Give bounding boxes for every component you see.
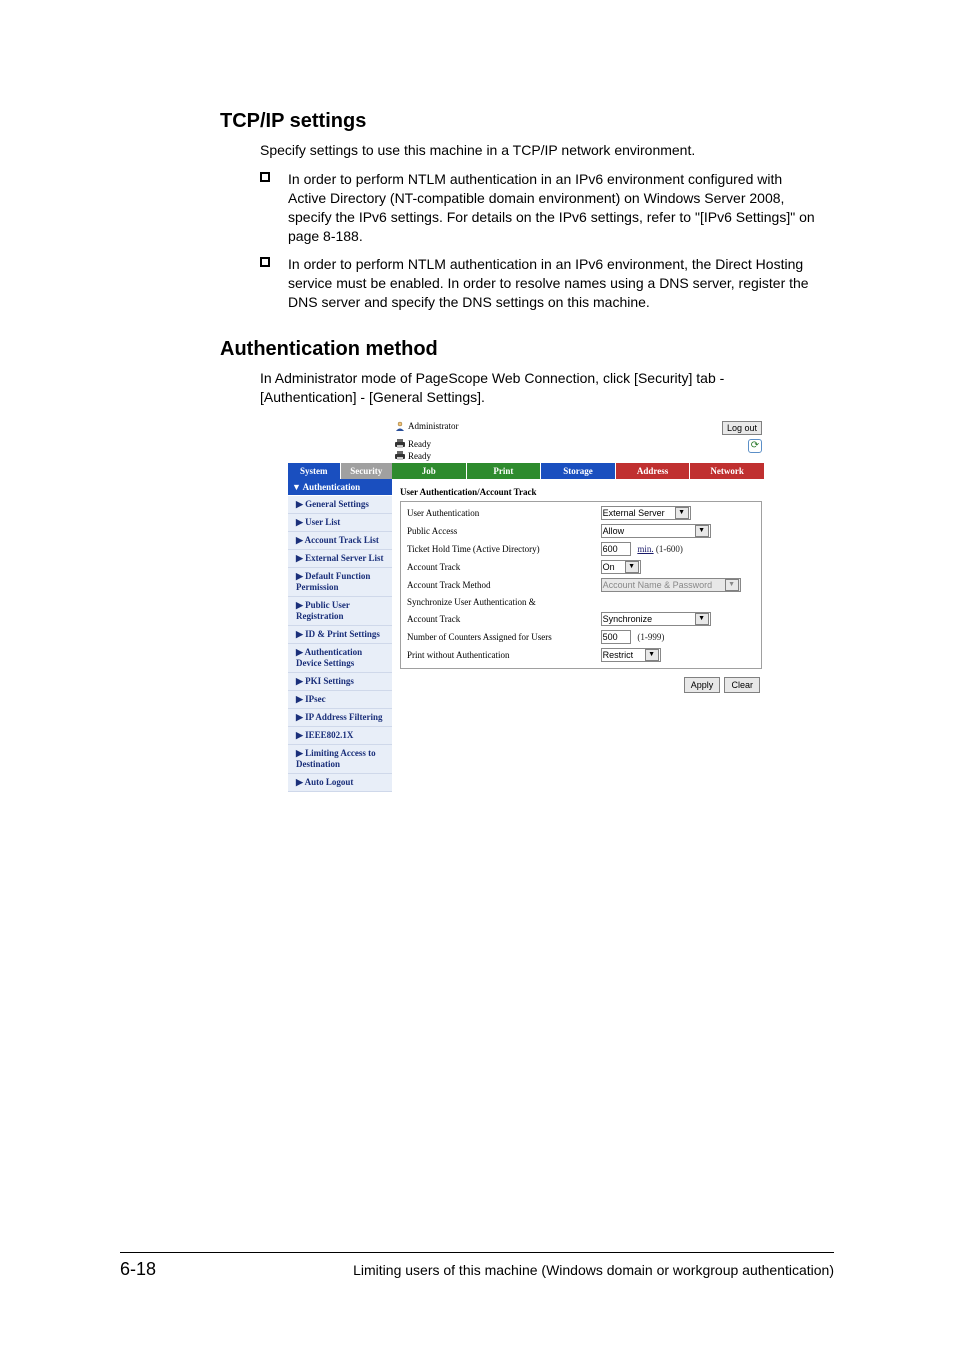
select-value: Restrict	[603, 649, 634, 661]
apply-button[interactable]: Apply	[684, 677, 721, 693]
hint-counters-range: (1-999)	[633, 632, 665, 642]
para-tcpip-intro: Specify settings to use this machine in …	[260, 141, 820, 160]
printer-icon	[394, 439, 406, 449]
sidebar-item-user-list[interactable]: ▶ User List	[288, 514, 392, 532]
clear-button[interactable]: Clear	[724, 677, 760, 693]
sidebar-item-public-user-registration[interactable]: ▶ Public User Registration	[288, 597, 392, 626]
label-print-without-auth: Print without Authentication	[405, 646, 599, 664]
sidebar-header-authentication[interactable]: ▼ Authentication	[288, 479, 392, 496]
sidebar-item-general-settings[interactable]: ▶ General Settings	[288, 496, 392, 514]
sidebar-item-ieee8021x[interactable]: ▶ IEEE802.1X	[288, 727, 392, 745]
sidebar-item-account-track-list[interactable]: ▶ Account Track List	[288, 532, 392, 550]
printer-icon	[394, 451, 406, 461]
select-account-track[interactable]: On ▼	[601, 560, 641, 574]
square-bullet-icon	[260, 172, 270, 182]
panel-title: User Authentication/Account Track	[400, 487, 762, 497]
chevron-down-icon: ▼	[695, 525, 709, 537]
select-value: On	[603, 561, 615, 573]
tab-job[interactable]: Job	[392, 463, 467, 479]
label-user-authentication: User Authentication	[405, 504, 599, 522]
select-print-without-auth[interactable]: Restrict ▼	[601, 648, 661, 662]
tab-address[interactable]: Address	[616, 463, 691, 479]
sidebar-item-id-print-settings[interactable]: ▶ ID & Print Settings	[288, 626, 392, 644]
heading-authmethod: Authentication method	[220, 338, 834, 361]
label-counters-assigned: Number of Counters Assigned for Users	[405, 628, 599, 646]
select-synchronize[interactable]: Synchronize ▼	[601, 612, 711, 626]
chevron-down-icon: ▼	[675, 507, 689, 519]
select-value: External Server	[603, 507, 665, 519]
label-account-track: Account Track	[405, 558, 599, 576]
list-item: In order to perform NTLM authentication …	[260, 170, 820, 246]
sidebar-item-default-function-permission[interactable]: ▶ Default Function Permission	[288, 568, 392, 597]
footer-rule	[120, 1252, 834, 1253]
para-authmethod-intro: In Administrator mode of PageScope Web C…	[260, 369, 820, 407]
sidebar-item-authentication-device-settings[interactable]: ▶ Authentication Device Settings	[288, 644, 392, 673]
select-value: Synchronize	[603, 613, 653, 625]
label-account-track-method: Account Track Method	[405, 576, 599, 594]
select-value: Account Name & Password	[603, 579, 713, 591]
logout-button[interactable]: Log out	[722, 421, 762, 435]
sidebar-item-external-server-list[interactable]: ▶ External Server List	[288, 550, 392, 568]
list-tcpip: In order to perform NTLM authentication …	[260, 170, 820, 312]
administrator-icon	[394, 421, 406, 431]
label-sync-line2: Account Track	[405, 610, 599, 628]
select-public-access[interactable]: Allow ▼	[601, 524, 711, 538]
input-counters-assigned[interactable]: 500	[601, 630, 631, 644]
chevron-down-icon: ▼	[725, 579, 739, 591]
sidebar-item-pki-settings[interactable]: ▶ PKI Settings	[288, 673, 392, 691]
footer-title: Limiting users of this machine (Windows …	[353, 1262, 834, 1278]
hint-ticket-range: (1-600)	[654, 544, 683, 554]
select-user-authentication[interactable]: External Server ▼	[601, 506, 691, 520]
sidebar-item-limiting-access-to-destination[interactable]: ▶ Limiting Access to Destination	[288, 745, 392, 774]
admin-indicator: Administrator	[394, 421, 459, 431]
chevron-down-icon: ▼	[695, 613, 709, 625]
embedded-screenshot: Administrator Log out Ready Ready ⟳	[288, 419, 764, 792]
select-value: Allow	[603, 525, 625, 537]
status-ready-2: Ready	[408, 451, 431, 462]
page-footer: 6-18 Limiting users of this machine (Win…	[120, 1252, 834, 1280]
label-ticket-hold-time: Ticket Hold Time (Active Directory)	[405, 540, 599, 558]
heading-tcpip: TCP/IP settings	[220, 110, 834, 133]
bullet-text: In order to perform NTLM authentication …	[288, 256, 809, 310]
tab-network[interactable]: Network	[690, 463, 764, 479]
status-ready-1: Ready	[408, 439, 431, 450]
bullet-text: In order to perform NTLM authentication …	[288, 171, 815, 244]
square-bullet-icon	[260, 257, 270, 267]
list-item: In order to perform NTLM authentication …	[260, 255, 820, 312]
hint-ticket-unit: min.	[637, 544, 653, 554]
chevron-down-icon: ▼	[645, 649, 659, 661]
input-ticket-hold-time[interactable]: 600	[601, 542, 631, 556]
tab-security[interactable]: Security	[341, 463, 393, 479]
page-number: 6-18	[120, 1259, 156, 1280]
sidebar-item-auto-logout[interactable]: ▶ Auto Logout	[288, 774, 392, 792]
tab-storage[interactable]: Storage	[541, 463, 616, 479]
tab-system[interactable]: System	[288, 463, 341, 479]
admin-label: Administrator	[408, 421, 459, 431]
select-account-track-method: Account Name & Password ▼	[601, 578, 741, 592]
label-sync-line1: Synchronize User Authentication &	[405, 594, 599, 610]
sidebar-item-ip-address-filtering[interactable]: ▶ IP Address Filtering	[288, 709, 392, 727]
sidebar-item-ipsec[interactable]: ▶ IPsec	[288, 691, 392, 709]
refresh-icon[interactable]: ⟳	[748, 439, 762, 453]
label-public-access: Public Access	[405, 522, 599, 540]
chevron-down-icon: ▼	[625, 561, 639, 573]
tab-print[interactable]: Print	[467, 463, 542, 479]
